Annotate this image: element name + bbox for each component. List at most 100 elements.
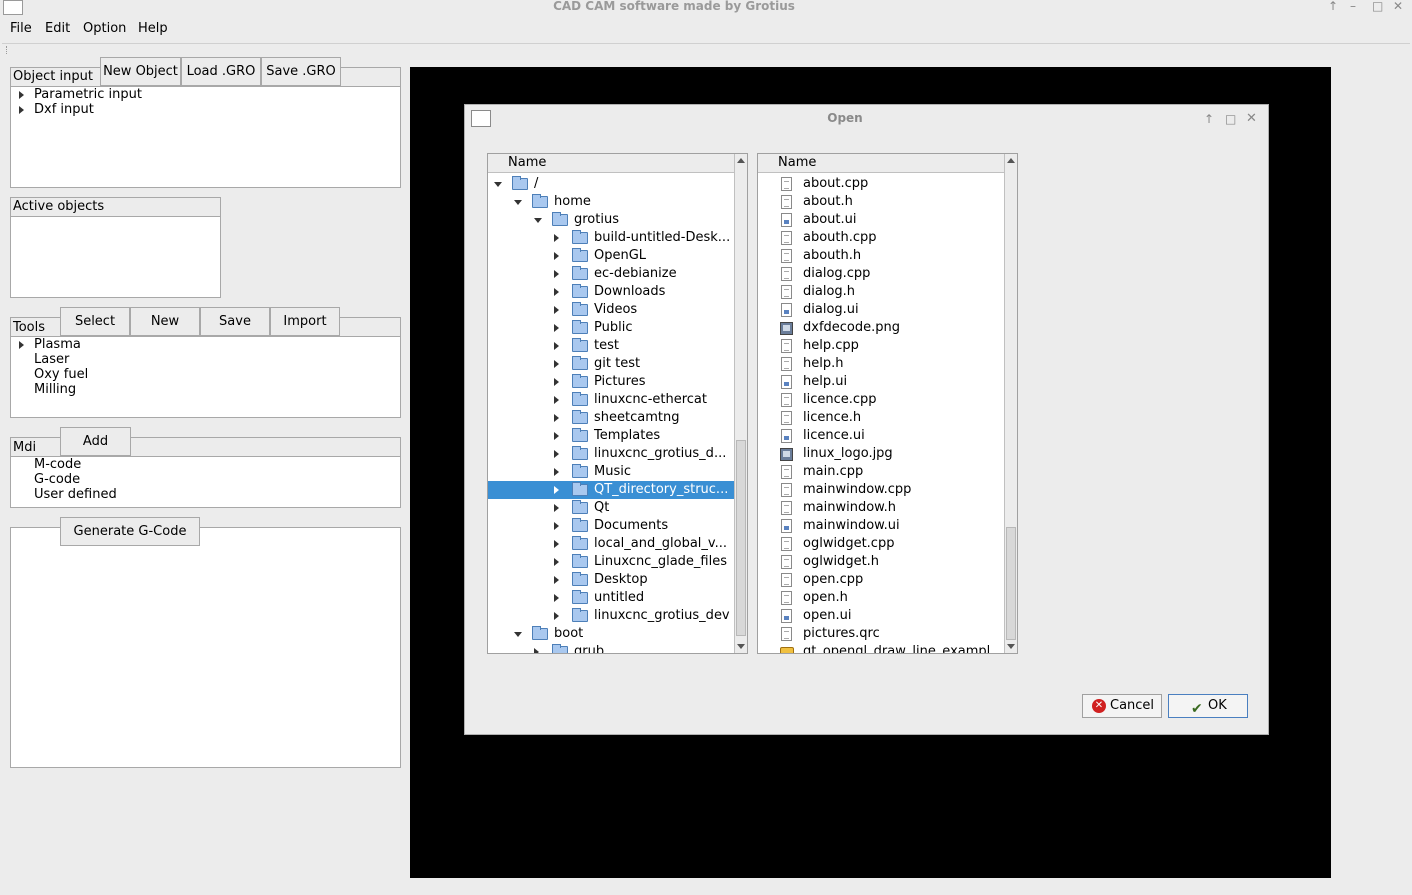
menu-edit[interactable]: Edit xyxy=(45,21,70,36)
expand-arrow-icon[interactable] xyxy=(554,468,559,476)
menu-help[interactable]: Help xyxy=(138,21,168,36)
file-row[interactable]: dialog.cpp xyxy=(758,265,1004,283)
tool-milling[interactable]: Milling xyxy=(34,382,76,397)
file-row[interactable]: qt_opengl_draw_line_exampl xyxy=(758,643,1004,653)
add-button[interactable]: Add xyxy=(60,427,131,456)
dialog-maximize-icon[interactable]: □ xyxy=(1225,112,1236,126)
dir-row[interactable]: sheetcamtng xyxy=(488,409,734,427)
dir-row[interactable]: untitled xyxy=(488,589,734,607)
file-row[interactable]: about.ui xyxy=(758,211,1004,229)
dir-row[interactable]: Public xyxy=(488,319,734,337)
dir-row[interactable]: Videos xyxy=(488,301,734,319)
dir-row[interactable]: Desktop xyxy=(488,571,734,589)
dir-row[interactable]: Documents xyxy=(488,517,734,535)
tool-oxy-fuel[interactable]: Oxy fuel xyxy=(34,367,88,382)
expand-arrow-icon[interactable] xyxy=(554,360,559,368)
maximize-icon[interactable]: □ xyxy=(1372,0,1383,13)
file-row[interactable]: help.h xyxy=(758,355,1004,373)
scroll-up-icon[interactable] xyxy=(737,158,745,163)
expand-arrow-icon[interactable] xyxy=(19,91,24,99)
expand-arrow-icon[interactable] xyxy=(554,288,559,296)
file-scrollbar[interactable] xyxy=(1004,154,1017,653)
expand-arrow-icon[interactable] xyxy=(554,522,559,530)
dir-row[interactable]: QT_directory_struc... xyxy=(488,481,734,499)
collapse-arrow-icon[interactable] xyxy=(494,182,502,187)
file-column-header[interactable]: Name xyxy=(758,154,1004,173)
dir-row[interactable]: grub xyxy=(488,643,734,653)
collapse-arrow-icon[interactable] xyxy=(514,200,522,205)
expand-arrow-icon[interactable] xyxy=(554,432,559,440)
tree-item-dxf-input[interactable]: Dxf input xyxy=(34,102,94,117)
save-gro-button[interactable]: Save .GRO xyxy=(261,57,341,86)
mdi-user-defined[interactable]: User defined xyxy=(34,487,117,502)
expand-arrow-icon[interactable] xyxy=(554,414,559,422)
expand-arrow-icon[interactable] xyxy=(554,324,559,332)
file-row[interactable]: dxfdecode.png xyxy=(758,319,1004,337)
expand-arrow-icon[interactable] xyxy=(554,504,559,512)
menu-file[interactable]: File xyxy=(10,21,32,36)
file-row[interactable]: pictures.qrc xyxy=(758,625,1004,643)
dir-row[interactable]: Pictures xyxy=(488,373,734,391)
active-objects-list[interactable] xyxy=(10,216,221,298)
tool-plasma[interactable]: Plasma xyxy=(34,337,81,352)
cancel-button[interactable]: ✕ Cancel xyxy=(1082,694,1162,718)
dir-row[interactable]: Templates xyxy=(488,427,734,445)
dir-row[interactable]: linuxcnc_grotius_dev xyxy=(488,607,734,625)
dir-row[interactable]: Downloads xyxy=(488,283,734,301)
dir-row[interactable]: local_and_global_v... xyxy=(488,535,734,553)
dir-row[interactable]: Music xyxy=(488,463,734,481)
mdi-tree[interactable]: M-code G-code User defined xyxy=(10,456,401,508)
expand-arrow-icon[interactable] xyxy=(554,378,559,386)
select-button[interactable]: Select xyxy=(60,307,130,336)
file-row[interactable]: mainwindow.h xyxy=(758,499,1004,517)
save-button[interactable]: Save xyxy=(200,307,270,336)
scroll-down-icon[interactable] xyxy=(737,644,745,649)
dir-row[interactable]: Qt xyxy=(488,499,734,517)
dir-row[interactable]: linuxcnc_grotius_d... xyxy=(488,445,734,463)
load-gro-button[interactable]: Load .GRO xyxy=(181,57,261,86)
dir-row[interactable]: grotius xyxy=(488,211,734,229)
file-row[interactable]: open.ui xyxy=(758,607,1004,625)
scroll-down-icon[interactable] xyxy=(1007,644,1015,649)
file-row[interactable]: main.cpp xyxy=(758,463,1004,481)
menu-option[interactable]: Option xyxy=(83,21,126,36)
dir-row[interactable]: build-untitled-Desk... xyxy=(488,229,734,247)
expand-arrow-icon[interactable] xyxy=(554,594,559,602)
dir-row[interactable]: / xyxy=(488,175,734,193)
directory-tree[interactable]: Name / home grotius build-untitled-Desk... O… xyxy=(487,153,748,654)
tools-tree[interactable]: Plasma Laser Oxy fuel Milling xyxy=(10,336,401,418)
file-row[interactable]: mainwindow.cpp xyxy=(758,481,1004,499)
scroll-up-icon[interactable] xyxy=(1007,158,1015,163)
dir-column-header[interactable]: Name xyxy=(488,154,734,173)
dir-row[interactable]: test xyxy=(488,337,734,355)
file-row[interactable]: mainwindow.ui xyxy=(758,517,1004,535)
new-object-button[interactable]: New Object xyxy=(100,57,181,86)
dir-row[interactable]: Linuxcnc_glade_files xyxy=(488,553,734,571)
ok-button[interactable]: ✔ OK xyxy=(1168,694,1248,718)
expand-arrow-icon[interactable] xyxy=(554,450,559,458)
expand-arrow-icon[interactable] xyxy=(554,342,559,350)
file-row[interactable]: dialog.h xyxy=(758,283,1004,301)
mdi-g-code[interactable]: G-code xyxy=(34,472,80,487)
file-row[interactable]: licence.ui xyxy=(758,427,1004,445)
file-row[interactable]: open.h xyxy=(758,589,1004,607)
file-row[interactable]: licence.h xyxy=(758,409,1004,427)
pin-icon[interactable]: ↑ xyxy=(1328,0,1338,13)
toolbar-grip[interactable] xyxy=(2,43,1410,54)
file-row[interactable]: help.ui xyxy=(758,373,1004,391)
expand-arrow-icon[interactable] xyxy=(554,486,559,494)
dir-row[interactable]: linuxcnc-ethercat xyxy=(488,391,734,409)
expand-arrow-icon[interactable] xyxy=(554,558,559,566)
expand-arrow-icon[interactable] xyxy=(554,612,559,620)
file-row[interactable]: abouth.cpp xyxy=(758,229,1004,247)
import-button[interactable]: Import xyxy=(270,307,340,336)
expand-arrow-icon[interactable] xyxy=(554,252,559,260)
expand-arrow-icon[interactable] xyxy=(19,106,24,114)
expand-arrow-icon[interactable] xyxy=(534,648,539,653)
collapse-arrow-icon[interactable] xyxy=(514,632,522,637)
tool-laser[interactable]: Laser xyxy=(34,352,69,367)
mdi-m-code[interactable]: M-code xyxy=(34,457,81,472)
file-row[interactable]: linux_logo.jpg xyxy=(758,445,1004,463)
expand-arrow-icon[interactable] xyxy=(19,341,24,349)
expand-arrow-icon[interactable] xyxy=(554,396,559,404)
